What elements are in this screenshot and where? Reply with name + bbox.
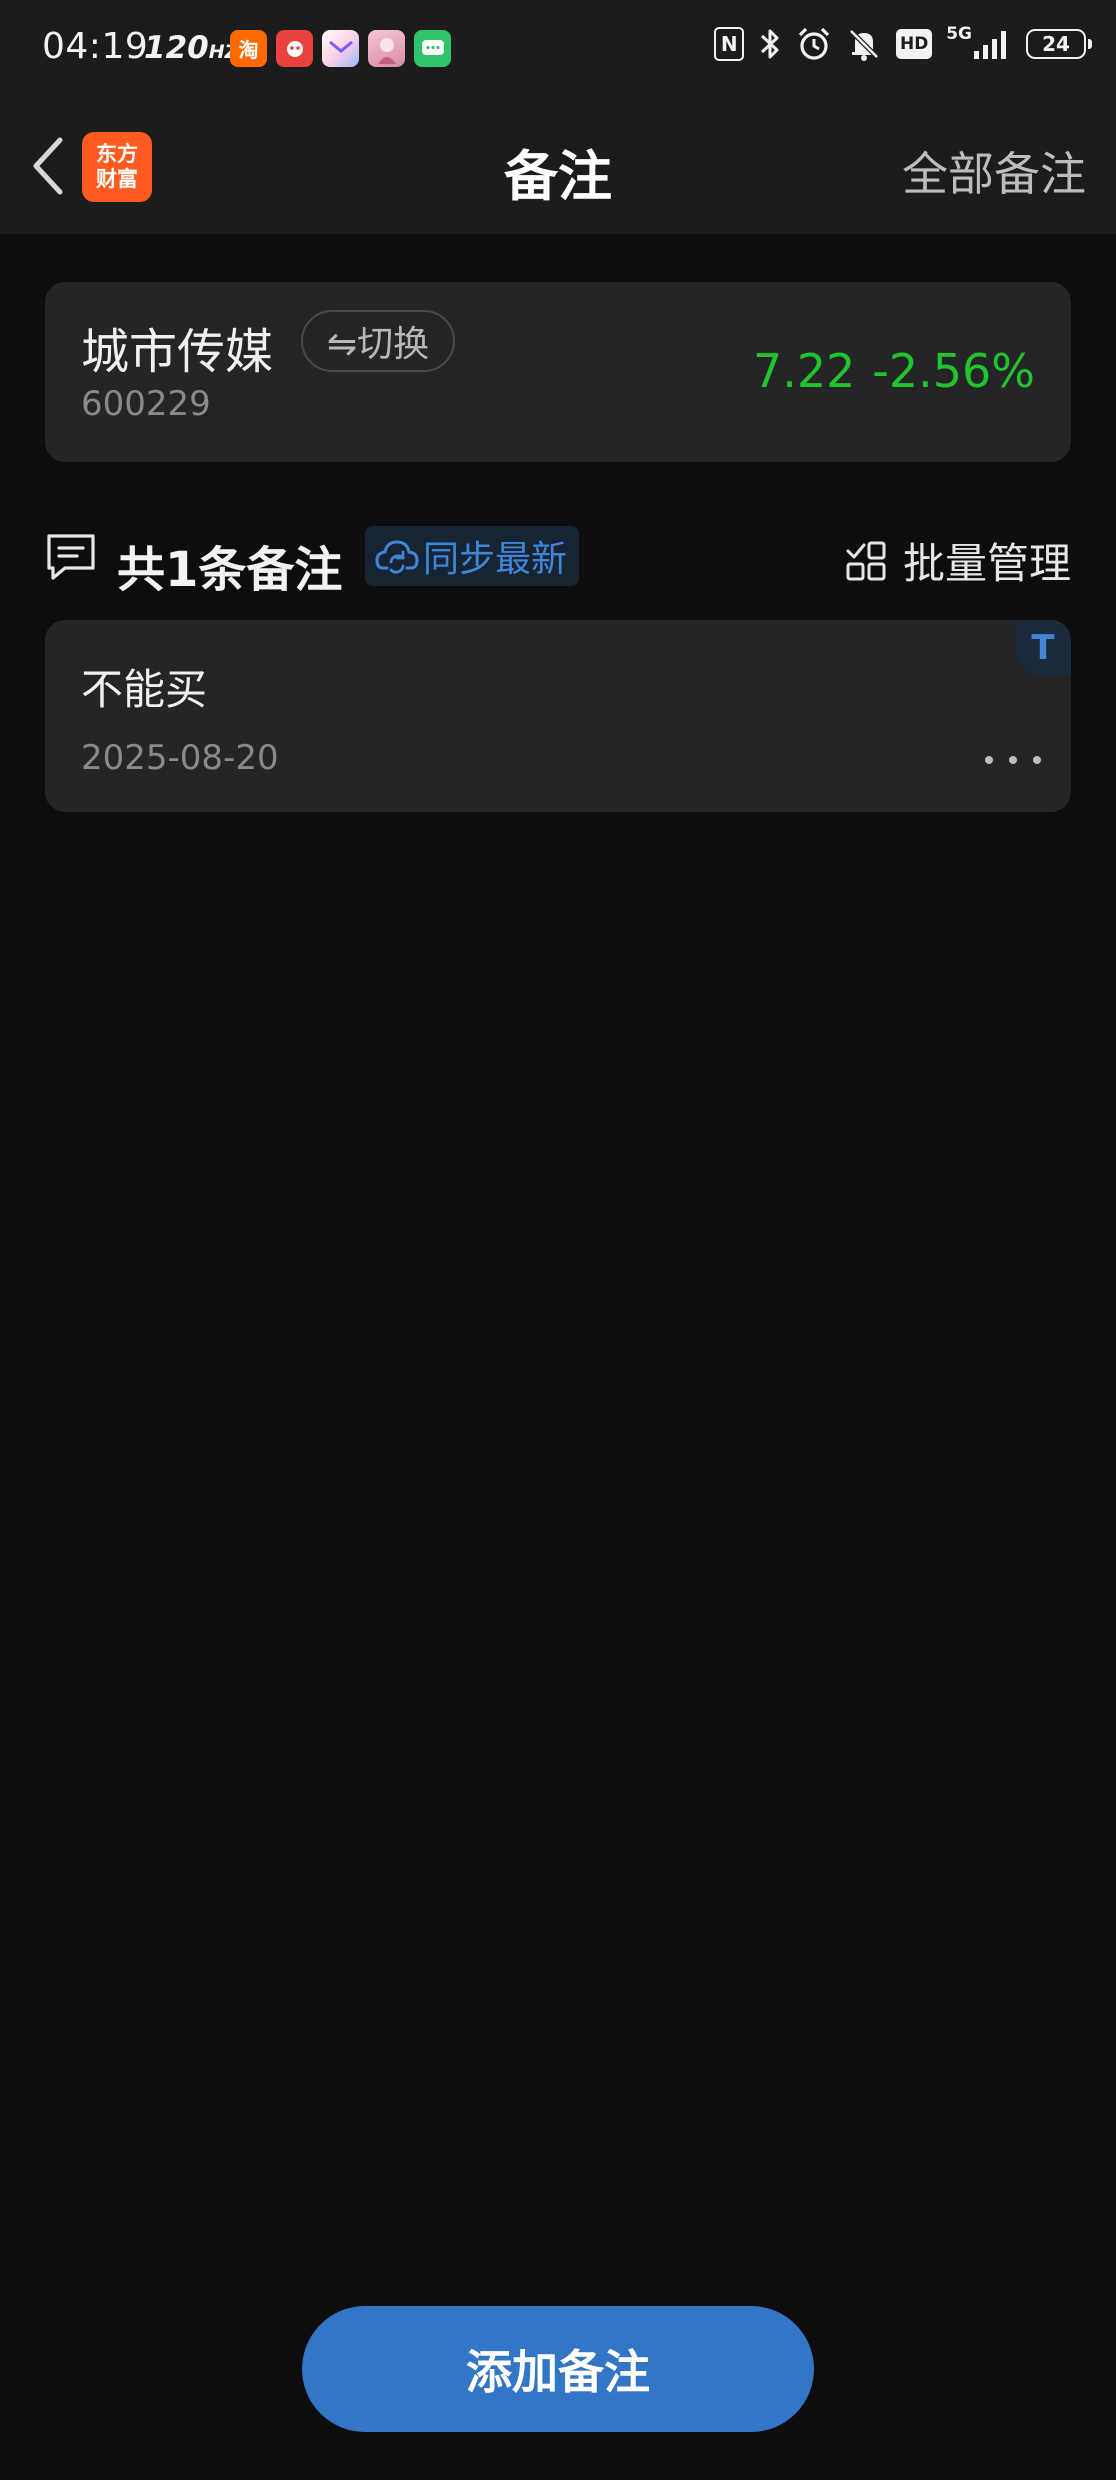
note-date: 2025-08-20 [81,738,279,778]
stock-card[interactable]: 城市传媒 ⇋切换 600229 7.22 -2.56% [45,282,1071,462]
stock-change-percent: -2.56% [872,344,1035,398]
notes-count: 共1条备注 [117,542,343,598]
taobao-icon: 淘 [230,30,267,67]
batch-manage-label: 批量管理 [902,539,1071,588]
notification-icons: 淘 [230,30,451,67]
status-time: 04:19 [42,26,149,67]
stock-code: 600229 [81,384,211,424]
message-app-icon [414,30,451,67]
stock-price: 7.22 [753,344,856,398]
cloud-sync-icon [375,540,419,574]
batch-grid-icon [846,541,886,580]
nfc-icon: N [714,27,745,61]
stock-name: 城市传媒 [81,324,274,380]
nav-bar: 东方 财富 备注 全部备注 [0,98,1116,234]
avatar-app-icon [368,30,405,67]
more-options-icon[interactable] [985,748,1041,772]
refresh-rate: 120HZ [144,30,239,66]
status-bar: 04:19 120HZ 淘 N HD 5G 24 [0,0,1116,98]
hd-icon: HD [896,29,933,59]
switch-label: ⇋切换 [327,324,430,365]
mail-app-icon [322,30,359,67]
note-comment-icon [47,534,95,580]
switch-stock-button[interactable]: ⇋切换 [301,310,456,372]
bluetooth-icon [758,26,782,62]
mute-bell-icon [846,26,882,62]
battery-icon: 24 [1026,29,1092,59]
sync-latest-button[interactable]: 同步最新 [365,526,580,586]
network-type: 5G [946,24,972,44]
note-card[interactable]: T 不能买 2025-08-20 [45,620,1071,812]
note-type-badge: T [1015,620,1071,676]
notes-header: 共1条备注 同步最新 批量管理 [45,520,1071,598]
note-text: 不能买 [81,665,208,714]
xiaohongshu-icon [276,30,313,67]
batch-manage-button[interactable]: 批量管理 [845,530,1071,591]
add-note-button[interactable]: 添加备注 [302,2306,814,2432]
signal-icon: 5G [946,24,1012,61]
sync-label: 同步最新 [423,539,568,580]
all-notes-link[interactable]: 全部备注 [902,138,1086,204]
system-icons: N HD 5G 24 [714,24,1092,62]
alarm-icon [796,26,832,62]
